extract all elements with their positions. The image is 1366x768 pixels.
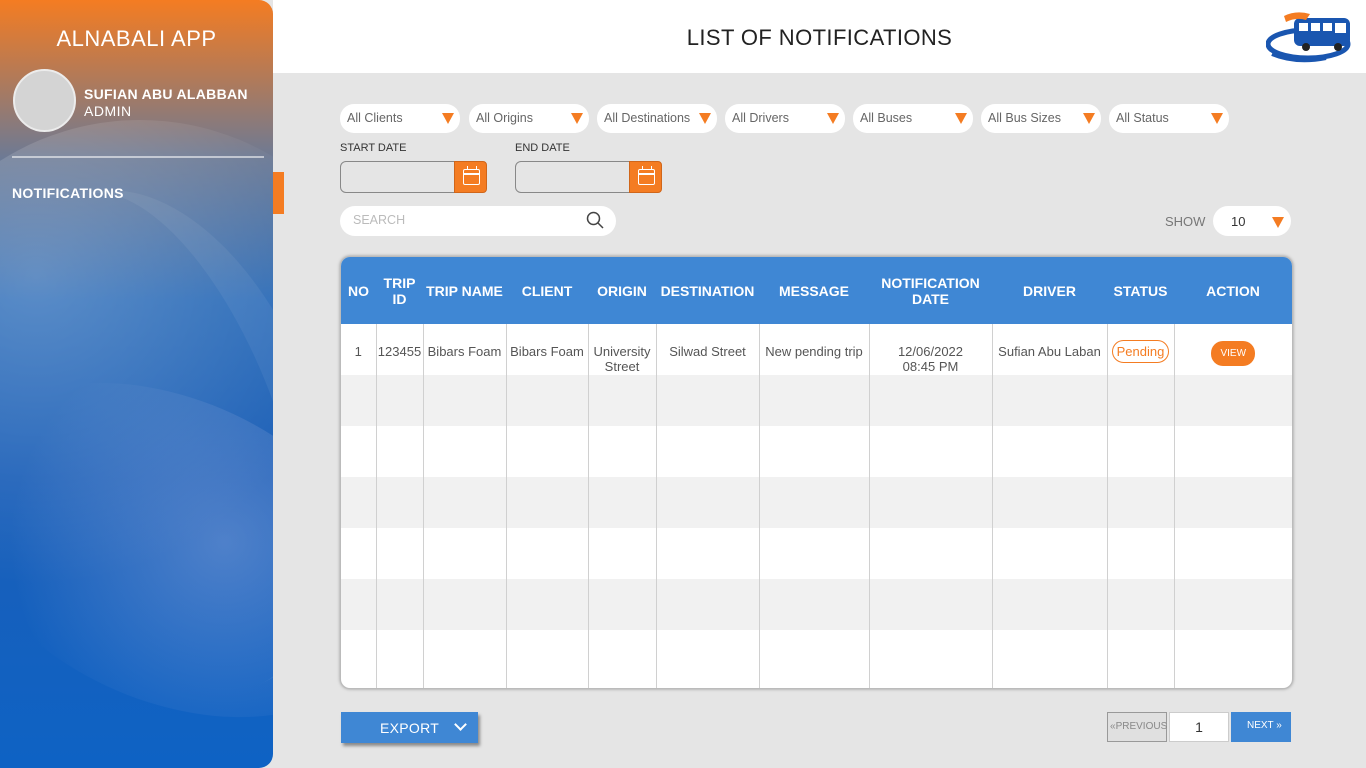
column-header[interactable]: NOTIFICATION DATE [869,257,992,324]
dropdown-arrow-icon [1272,217,1284,228]
next-label: NEXT [1247,720,1274,731]
filter-drivers-label: All Drivers [732,111,789,125]
column-header[interactable]: TRIP ID [376,257,423,324]
end-date-label: END DATE [515,142,570,154]
start-date-label: START DATE [340,142,407,154]
page-size-value: 10 [1231,214,1246,229]
dropdown-arrow-icon [699,113,711,124]
search-box [340,206,616,236]
active-nav-indicator [273,172,284,214]
notification-date: 12/06/2022 [897,344,964,359]
start-date-picker-button[interactable] [454,161,487,193]
filter-status[interactable]: All Status [1109,104,1229,133]
cell-trip-name: Bibars Foam [422,324,506,375]
cell-status: Pending [1106,324,1174,375]
cell-origin: University Street [587,324,656,375]
end-date-input[interactable] [515,161,635,193]
page-size-select[interactable]: 10 [1213,206,1291,236]
filter-bus-sizes-label: All Bus Sizes [988,111,1061,125]
column-header[interactable]: NO [341,257,376,324]
previous-label: PREVIOUS [1115,721,1168,732]
cell-trip-id: 123455 [375,324,423,375]
filter-buses[interactable]: All Buses [853,104,973,133]
dropdown-arrow-icon [1211,113,1223,124]
notification-time: 08:45 PM [902,359,959,374]
search-input[interactable] [353,213,573,227]
filter-clients-label: All Clients [347,111,403,125]
status-badge: Pending [1111,340,1170,363]
start-date-input[interactable] [340,161,460,193]
column-header[interactable]: ORIGIN [588,257,656,324]
calendar-icon [463,166,480,185]
avatar[interactable] [13,69,76,132]
filter-destinations[interactable]: All Destinations [597,104,717,133]
user-role: ADMIN [84,103,132,119]
column-header[interactable]: DESTINATION [656,257,759,324]
show-label: SHOW [1165,214,1206,229]
filter-buses-label: All Buses [860,111,913,125]
end-date-picker-button[interactable] [629,161,662,193]
cell-action: VIEW [1173,324,1292,375]
filter-origins[interactable]: All Origins [469,104,589,133]
column-header[interactable]: CLIENT [506,257,588,324]
header: LIST OF NOTIFICATIONS [273,0,1366,73]
filter-destinations-label: All Destinations [604,111,691,125]
dropdown-arrow-icon [827,113,839,124]
table-row-empty [341,528,1292,579]
table-header-row: NO TRIP ID TRIP NAME CLIENT ORIGIN DESTI… [341,257,1292,324]
dropdown-arrow-icon [955,113,967,124]
cell-notification-date: 12/06/2022 08:45 PM [868,324,992,375]
view-button[interactable]: VIEW [1211,341,1256,366]
notifications-table: NO TRIP ID TRIP NAME CLIENT ORIGIN DESTI… [340,256,1293,689]
filter-bus-sizes[interactable]: All Bus Sizes [981,104,1101,133]
export-button[interactable]: EXPORT [341,712,478,743]
search-icon[interactable] [586,211,604,229]
filter-clients[interactable]: All Clients [340,104,460,133]
dropdown-arrow-icon [571,113,583,124]
sidebar: ALNABALI APP SUFIAN ABU ALABBAN ADMIN NO… [0,0,273,768]
cell-client: Bibars Foam [505,324,588,375]
dropdown-arrow-icon [442,113,454,124]
table-row-empty [341,477,1292,528]
column-header[interactable]: TRIP NAME [423,257,506,324]
app-title: ALNABALI APP [56,26,217,51]
cell-destination: Silwad Street [655,324,759,375]
table-row-empty [341,579,1292,630]
filter-status-label: All Status [1116,111,1169,125]
table-row-empty [341,426,1292,477]
table-row[interactable]: 1 123455 Bibars Foam Bibars Foam Univers… [341,324,1292,375]
double-chevron-right-icon: » [1276,720,1282,731]
filter-origins-label: All Origins [476,111,533,125]
user-name: SUFIAN ABU ALABBAN [84,86,248,102]
current-page[interactable]: 1 [1169,712,1229,742]
page-title: LIST OF NOTIFICATIONS [686,25,953,50]
sidebar-item-notifications[interactable]: NOTIFICATIONS [12,185,124,201]
company-logo [1266,12,1351,63]
column-header[interactable]: STATUS [1107,257,1174,324]
column-header[interactable]: MESSAGE [759,257,869,324]
cell-driver: Sufian Abu Laban [991,324,1107,375]
table-row-empty [341,630,1292,688]
filter-drivers[interactable]: All Drivers [725,104,845,133]
chevron-down-icon [454,718,467,731]
cell-no: 1 [354,344,362,359]
cell-message: New pending trip [758,324,869,375]
previous-page-button[interactable]: «PREVIOUS [1107,712,1167,742]
export-label: EXPORT [380,720,440,736]
next-page-button[interactable]: NEXT » [1231,712,1291,742]
calendar-icon [638,166,655,185]
column-header[interactable]: ACTION [1174,257,1292,324]
column-header[interactable]: DRIVER [992,257,1107,324]
sidebar-divider [12,156,264,158]
table-row-empty [341,375,1292,426]
dropdown-arrow-icon [1083,113,1095,124]
